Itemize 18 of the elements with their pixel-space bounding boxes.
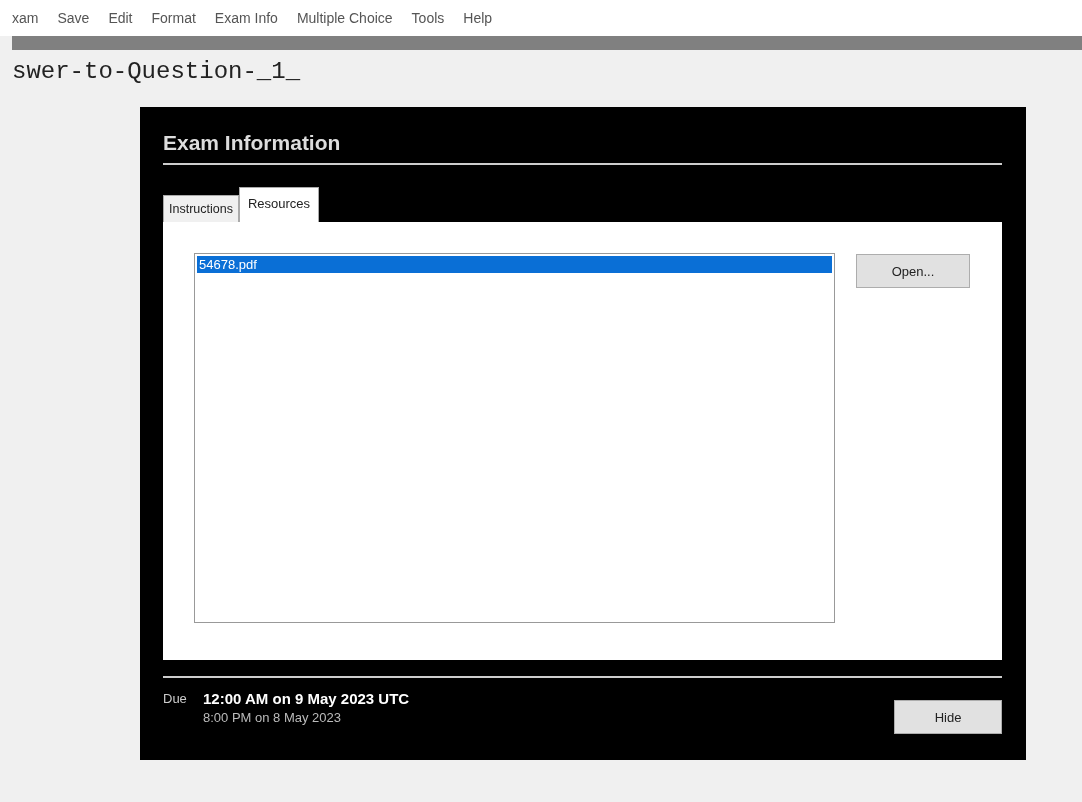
- due-date-local: 8:00 PM on 8 May 2023: [203, 710, 343, 725]
- dialog-title: Exam Information: [163, 131, 342, 156]
- menu-item[interactable]: xam: [12, 10, 39, 36]
- menu-item[interactable]: Format: [151, 10, 196, 36]
- menu-item[interactable]: Exam Info: [214, 10, 278, 36]
- menu-item[interactable]: Tools: [411, 10, 445, 36]
- document-title: swer-to-Question-_1_: [11, 57, 302, 87]
- menu-item[interactable]: Help: [463, 10, 493, 36]
- menu-item[interactable]: Edit: [108, 10, 133, 36]
- open-button[interactable]: Open...: [856, 254, 970, 288]
- due-label: Due: [163, 690, 188, 706]
- due-date-utc: 12:00 AM on 9 May 2023 UTC: [203, 690, 411, 707]
- hide-button[interactable]: Hide: [894, 700, 1002, 734]
- file-list-item[interactable]: 54678.pdf: [197, 256, 832, 273]
- menu-item[interactable]: Multiple Choice: [296, 10, 393, 36]
- menu-item[interactable]: Save: [57, 10, 90, 36]
- tab[interactable]: Resources: [238, 187, 320, 222]
- tab[interactable]: Instructions: [163, 195, 239, 222]
